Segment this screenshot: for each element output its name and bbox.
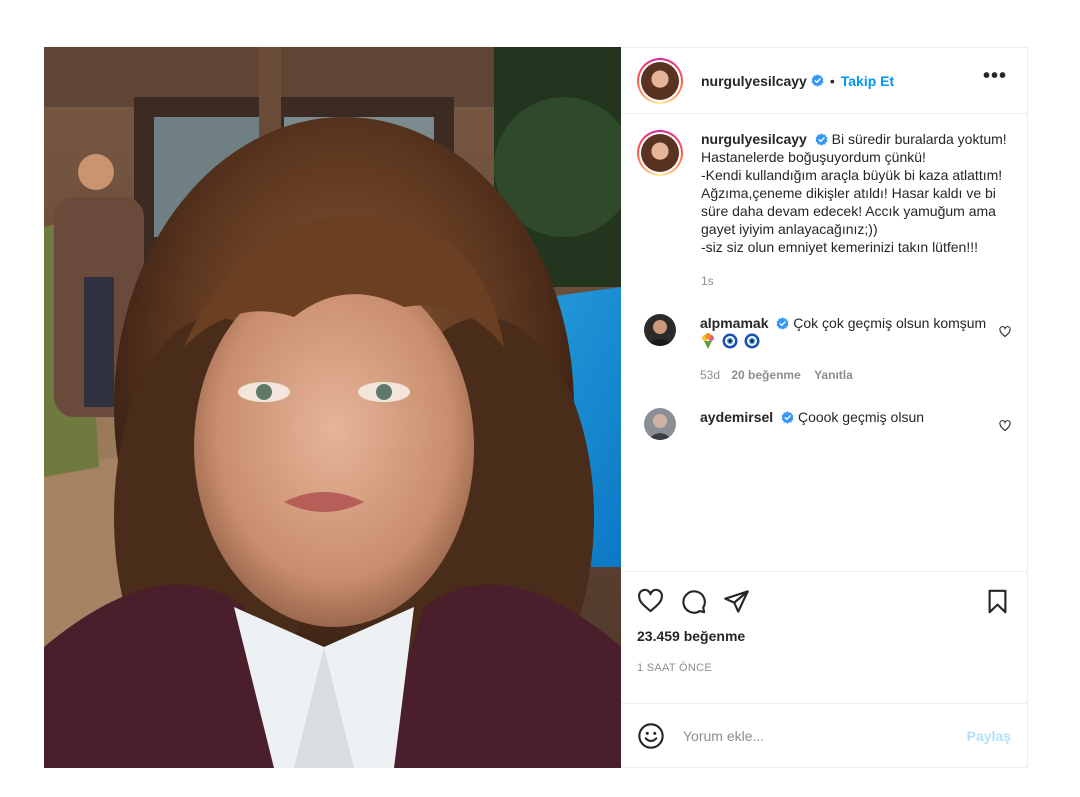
action-icons <box>637 572 1011 630</box>
nazar-emoji-icon <box>722 333 738 349</box>
comment-username[interactable]: alpmamak <box>700 315 768 331</box>
author-avatar[interactable] <box>637 57 683 104</box>
more-options-icon[interactable]: ••• <box>977 65 1013 96</box>
post-actions: 23.459 beğenme 1 SAAT ÖNCE <box>621 571 1027 674</box>
commenter-avatar[interactable] <box>644 408 676 440</box>
caption-text: Bi süredir buralarda yoktum! Hastanelerd… <box>701 131 1007 255</box>
caption-item: nurgulyesilcayy Bi süredir buralarda yok… <box>637 130 1011 290</box>
comment-text: Çok çok geçmiş olsun komşum <box>793 315 987 331</box>
post-timestamp[interactable]: 1 SAAT ÖNCE <box>637 662 1011 674</box>
verified-icon <box>811 74 824 87</box>
share-plane-icon[interactable] <box>723 588 750 615</box>
selfie-image <box>44 47 621 768</box>
comment-item: alpmamak Çok çok geçmiş olsun komşum 53d… <box>637 314 1011 384</box>
commenter-avatar[interactable] <box>644 314 676 346</box>
like-comment-heart-icon[interactable] <box>999 420 1011 432</box>
comment-likes[interactable]: 20 beğenme <box>731 368 800 382</box>
comment-item: aydemirsel Çoook geçmiş olsun <box>637 408 1011 440</box>
like-comment-heart-icon[interactable] <box>999 326 1011 338</box>
likes-count[interactable]: 23.459 beğenme <box>637 628 1011 644</box>
verified-icon <box>815 133 828 146</box>
bookmark-icon[interactable] <box>984 588 1011 615</box>
post-comment-button[interactable]: Paylaş <box>967 728 1011 744</box>
nazar-emoji-icon <box>744 333 760 349</box>
caption-avatar[interactable] <box>637 130 683 176</box>
separator-dot: • <box>829 72 835 89</box>
comment-meta: 53d 20 beğenme Yanıtla <box>700 366 987 384</box>
verified-icon <box>776 317 789 330</box>
comment-text: Çoook geçmiş olsun <box>797 409 925 425</box>
comment-bubble-icon[interactable] <box>680 588 707 615</box>
caption-username[interactable]: nurgulyesilcayy <box>701 131 807 147</box>
verified-icon <box>781 411 794 424</box>
post-photo[interactable] <box>44 47 621 768</box>
post-header: nurgulyesilcayy • Takip Et ••• <box>621 48 1027 114</box>
comments-list[interactable]: nurgulyesilcayy Bi süredir buralarda yok… <box>621 114 1027 571</box>
emoji-smiley-icon[interactable] <box>637 722 665 750</box>
author-username[interactable]: nurgulyesilcayy <box>701 73 807 89</box>
comment-time[interactable]: 53d <box>700 368 720 382</box>
comment-username[interactable]: aydemirsel <box>700 409 773 425</box>
bouquet-emoji-icon <box>702 333 714 349</box>
post-panel: nurgulyesilcayy • Takip Et ••• nurgulyes… <box>621 47 1028 768</box>
caption-time[interactable]: 1s <box>701 272 1011 290</box>
add-comment-bar: Paylaş <box>621 703 1027 767</box>
comment-input[interactable] <box>683 727 967 744</box>
follow-button[interactable]: Takip Et <box>841 73 894 89</box>
reply-button[interactable]: Yanıtla <box>814 368 853 382</box>
like-heart-icon[interactable] <box>637 588 664 615</box>
